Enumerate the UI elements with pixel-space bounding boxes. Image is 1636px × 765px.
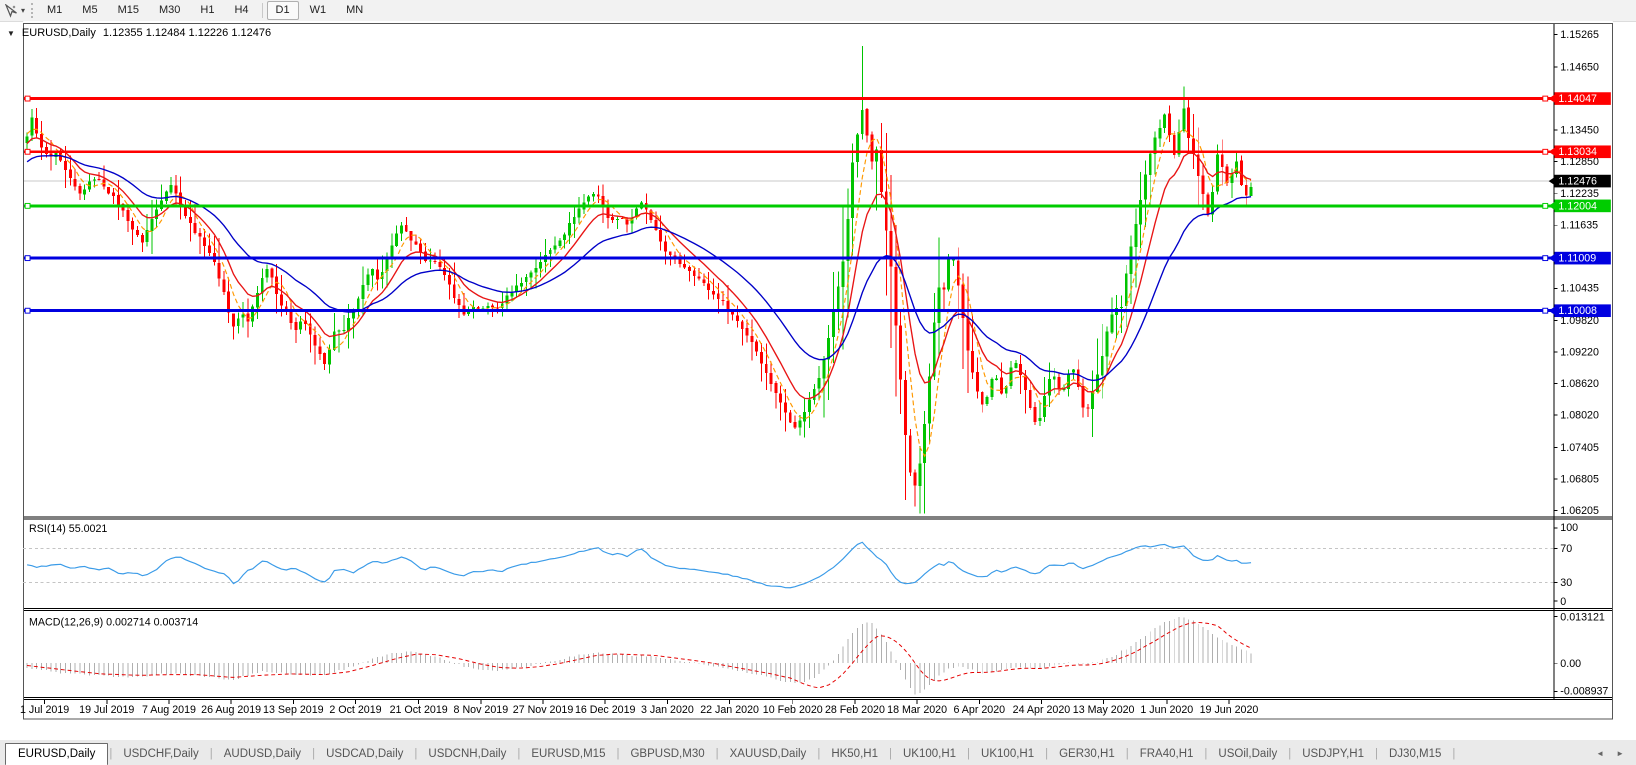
chart-tab-bar: EURUSD,Daily | USDCHF,Daily | AUDUSD,Daily | U… (0, 740, 1636, 765)
svg-text:1.14047: 1.14047 (1558, 93, 1597, 105)
tab-scroll-right-icon[interactable]: ► (1616, 749, 1624, 758)
price-level-badge: 1.10008 (1548, 304, 1611, 317)
tab-USDCNH-Daily[interactable]: USDCNH,Daily (418, 745, 516, 765)
rsi-label: RSI(14) 55.0021 (29, 523, 107, 535)
tab-AUDUSD-Daily[interactable]: AUDUSD,Daily (214, 745, 311, 765)
svg-text:1.11009: 1.11009 (1558, 253, 1596, 265)
timeframe-button-M30[interactable]: M30 (150, 1, 189, 20)
date-label: 19 Jun 2020 (1200, 704, 1259, 716)
price-chart[interactable]: 1.152651.146501.134501.128501.122351.116… (0, 21, 1636, 740)
price-level-badge: 1.12004 (1548, 199, 1611, 212)
chart-symbol-label: EURUSD,Daily (21, 27, 96, 39)
tab-separator: | (1452, 748, 1456, 760)
tab-USOil-Daily[interactable]: USOil,Daily (1208, 745, 1287, 765)
price-tick-label: 1.06805 (1560, 473, 1599, 485)
timeframe-button-D1[interactable]: D1 (266, 1, 299, 20)
date-label: 1 Jun 2020 (1140, 704, 1193, 716)
timeframe-button-H4[interactable]: H4 (225, 1, 257, 20)
date-label: 21 Oct 2019 (390, 704, 448, 716)
date-label: 7 Aug 2019 (142, 704, 196, 716)
macd-axis-label: 0.00 (1560, 658, 1581, 670)
toolbar-grip[interactable] (31, 3, 34, 18)
price-tick-label: 1.11635 (1560, 220, 1598, 232)
tab-EURUSD-M15[interactable]: EURUSD,M15 (521, 745, 615, 765)
date-label: 13 May 2020 (1073, 704, 1135, 716)
rsi-axis-label: 70 (1560, 543, 1572, 555)
tab-DJ30-M15[interactable]: DJ30,M15 (1379, 745, 1451, 765)
date-label: 27 Nov 2019 (513, 704, 574, 716)
price-level-badge: 1.13034 (1548, 145, 1611, 158)
macd-axis-label: -0.008937 (1560, 685, 1608, 697)
price-tick-label: 1.06205 (1560, 505, 1599, 517)
date-label: 13 Sep 2019 (263, 704, 324, 716)
date-label: 1 Jul 2019 (20, 704, 69, 716)
tab-FRA40-H1[interactable]: FRA40,H1 (1130, 745, 1204, 765)
date-label: 2 Oct 2019 (329, 704, 381, 716)
toolbar-separator (261, 3, 263, 18)
timeframe-button-W1[interactable]: W1 (301, 1, 336, 20)
macd-label: MACD(12,26,9) 0.002714 0.003714 (29, 616, 198, 628)
timeframe-button-M1[interactable]: M1 (38, 1, 71, 20)
chart-ohlc-values: 1.12355 1.12484 1.12226 1.12476 (102, 27, 272, 39)
current-price-badge: 1.12476 (1548, 174, 1611, 187)
tab-UK100-H1[interactable]: UK100,H1 (893, 745, 966, 765)
date-label: 19 Jul 2019 (79, 704, 134, 716)
price-level-badge: 1.11009 (1548, 251, 1611, 265)
price-tick-label: 1.13450 (1560, 124, 1599, 136)
tab-HK50-H1[interactable]: HK50,H1 (821, 745, 888, 765)
price-level-badge: 1.14047 (1548, 92, 1611, 105)
price-tick-label: 1.15265 (1560, 29, 1599, 41)
tab-UK100-H1[interactable]: UK100,H1 (971, 745, 1044, 765)
date-label: 3 Jan 2020 (641, 704, 694, 716)
date-label: 28 Feb 2020 (825, 704, 885, 716)
svg-text:1.12476: 1.12476 (1558, 175, 1597, 187)
chart-collapse-icon[interactable]: ▼ (7, 29, 15, 38)
cursor-tool-glyph (4, 3, 17, 18)
svg-text:1.12004: 1.12004 (1558, 200, 1597, 212)
date-label: 6 Apr 2020 (953, 704, 1005, 716)
price-tick-label: 1.08620 (1560, 378, 1599, 390)
timeframe-button-M15[interactable]: M15 (109, 1, 148, 20)
date-label: 24 Apr 2020 (1013, 704, 1071, 716)
date-label: 8 Nov 2019 (454, 704, 509, 716)
tab-XAUUSD-Daily[interactable]: XAUUSD,Daily (720, 745, 817, 765)
tab-EURUSD-Daily[interactable]: EURUSD,Daily (5, 743, 109, 765)
timeframe-button-H1[interactable]: H1 (191, 1, 223, 20)
date-label: 18 Mar 2020 (887, 704, 947, 716)
tab-GBPUSD-M30[interactable]: GBPUSD,M30 (620, 745, 714, 765)
chart-title: ▼ EURUSD,Daily 1.12355 1.12484 1.12226 1… (7, 27, 271, 39)
timeframe-button-M5[interactable]: M5 (73, 1, 106, 20)
date-label: 26 Aug 2019 (201, 704, 261, 716)
price-tick-label: 1.07405 (1560, 442, 1599, 454)
timeframe-button-group: M1 M5 M15 M30 H1 H4 D1 W1 MN (37, 1, 373, 20)
rsi-axis-label: 100 (1560, 522, 1578, 534)
price-tick-label: 1.09220 (1560, 346, 1599, 358)
price-tick-label: 1.14650 (1560, 61, 1599, 73)
date-label: 10 Feb 2020 (763, 704, 823, 716)
rsi-axis-label: 30 (1560, 577, 1572, 589)
chart-tabs: EURUSD,Daily | USDCHF,Daily | AUDUSD,Daily | U… (0, 743, 1456, 765)
price-tick-label: 1.10435 (1560, 283, 1599, 295)
price-tick-label: 1.08020 (1560, 410, 1599, 422)
price-tick-label: 1.12235 (1560, 188, 1599, 200)
svg-text:1.13034: 1.13034 (1558, 146, 1597, 158)
tab-scroll-arrows: ◄ ► (1596, 749, 1624, 765)
tab-USDCAD-Daily[interactable]: USDCAD,Daily (316, 745, 413, 765)
macd-axis-label: 0.013121 (1560, 611, 1605, 623)
svg-text:1.10008: 1.10008 (1558, 305, 1597, 317)
tab-scroll-left-icon[interactable]: ◄ (1596, 749, 1604, 758)
cursor-tool-icon[interactable] (2, 3, 20, 19)
tab-USDCHF-Daily[interactable]: USDCHF,Daily (113, 745, 208, 765)
date-label: 16 Dec 2019 (575, 704, 636, 716)
tab-USDJPY-H1[interactable]: USDJPY,H1 (1292, 745, 1374, 765)
rsi-axis-label: 0 (1560, 596, 1566, 608)
tab-GER30-H1[interactable]: GER30,H1 (1049, 745, 1125, 765)
date-label: 22 Jan 2020 (700, 704, 759, 716)
timeframe-button-MN[interactable]: MN (337, 1, 372, 20)
tool-dropdown-caret-icon[interactable]: ▾ (21, 6, 25, 15)
top-toolbar: ▾ M1 M5 M15 M30 H1 H4 D1 W1 MN (0, 0, 1636, 22)
